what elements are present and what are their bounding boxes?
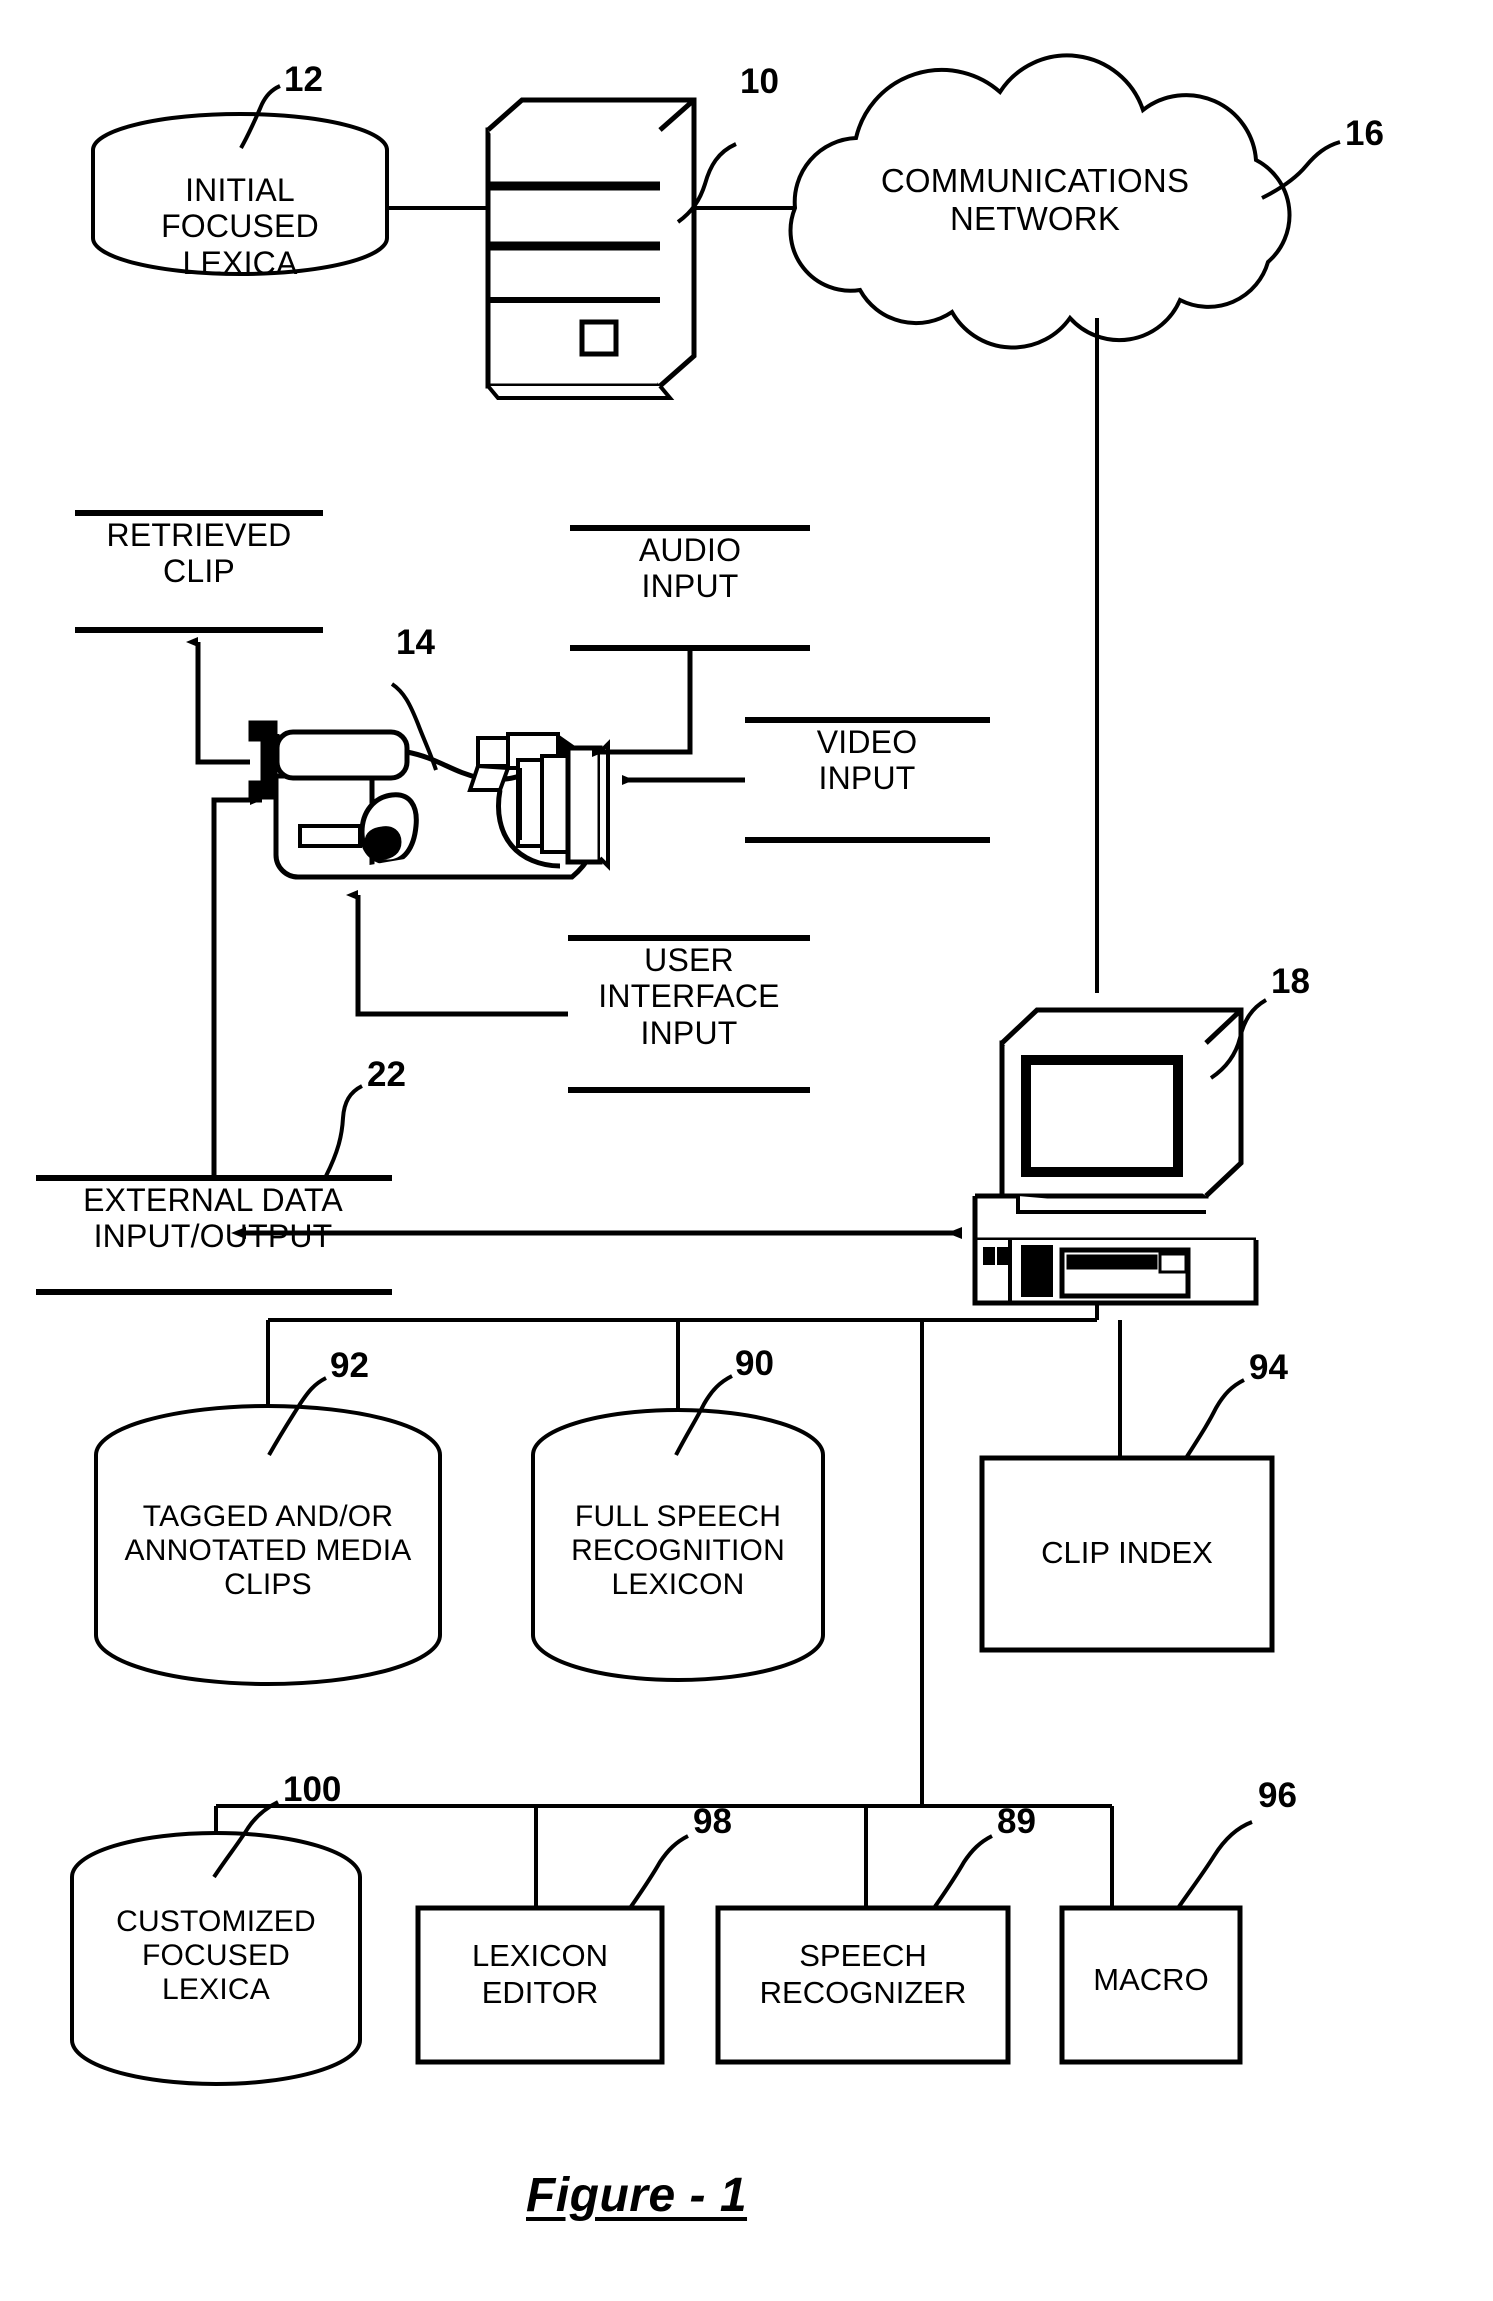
- node-label-tagged-media-clips: TAGGED AND/OR ANNOTATED MEDIA CLIPS: [124, 1500, 412, 1602]
- node-label-customized-focused-lexica: CUSTOMIZED FOCUSED LEXICA: [116, 1905, 316, 2007]
- node-workstation-shape: [972, 1007, 1259, 1306]
- io-label-retrieved-clip: RETRIEVED CLIP: [106, 517, 292, 590]
- node-label-macro: MACRO: [1093, 1962, 1209, 1997]
- ref-numeral-16: 16: [1345, 114, 1384, 153]
- ref-numeral-98: 98: [693, 1802, 732, 1841]
- ref-numeral-96: 96: [1258, 1776, 1297, 1815]
- ref-numeral-94: 94: [1249, 1348, 1288, 1387]
- io-label-video-input: VIDEO INPUT: [816, 724, 918, 797]
- ref-numeral-10: 10: [740, 62, 779, 101]
- ref-numeral-90: 90: [735, 1344, 774, 1383]
- ref-numeral-18: 18: [1271, 962, 1310, 1001]
- node-label-initial-focused-lexica: INITIAL FOCUSED LEXICA: [161, 172, 319, 281]
- node-camcorder-shape: [248, 720, 610, 880]
- io-label-user-interface-input: USER INTERFACE INPUT: [598, 942, 780, 1051]
- node-label-clip-index: CLIP INDEX: [1041, 1535, 1213, 1570]
- node-label-full-speech-lexicon: FULL SPEECH RECOGNITION LEXICON: [571, 1500, 785, 1602]
- node-label-communications-network: COMMUNICATIONS NETWORK: [880, 162, 1190, 237]
- ref-numeral-92: 92: [330, 1346, 369, 1385]
- ref-numeral-89: 89: [997, 1802, 1036, 1841]
- io-label-external-data-io: EXTERNAL DATA INPUT/OUTPUT: [83, 1182, 343, 1255]
- node-server-shape: [485, 97, 697, 400]
- ref-numeral-14: 14: [396, 623, 435, 662]
- node-label-speech-recognizer: SPEECH RECOGNIZER: [759, 1938, 967, 2010]
- ref-numeral-22: 22: [367, 1055, 406, 1094]
- ref-numeral-100: 100: [283, 1770, 342, 1809]
- node-label-lexicon-editor: LEXICON EDITOR: [471, 1938, 609, 2010]
- figure-page: INITIAL FOCUSED LEXICA COMMUNICATIONS NE…: [0, 0, 1493, 2301]
- io-label-audio-input: AUDIO INPUT: [638, 532, 742, 605]
- figure-caption: Figure - 1: [526, 2169, 748, 2222]
- ref-numeral-12: 12: [284, 60, 323, 99]
